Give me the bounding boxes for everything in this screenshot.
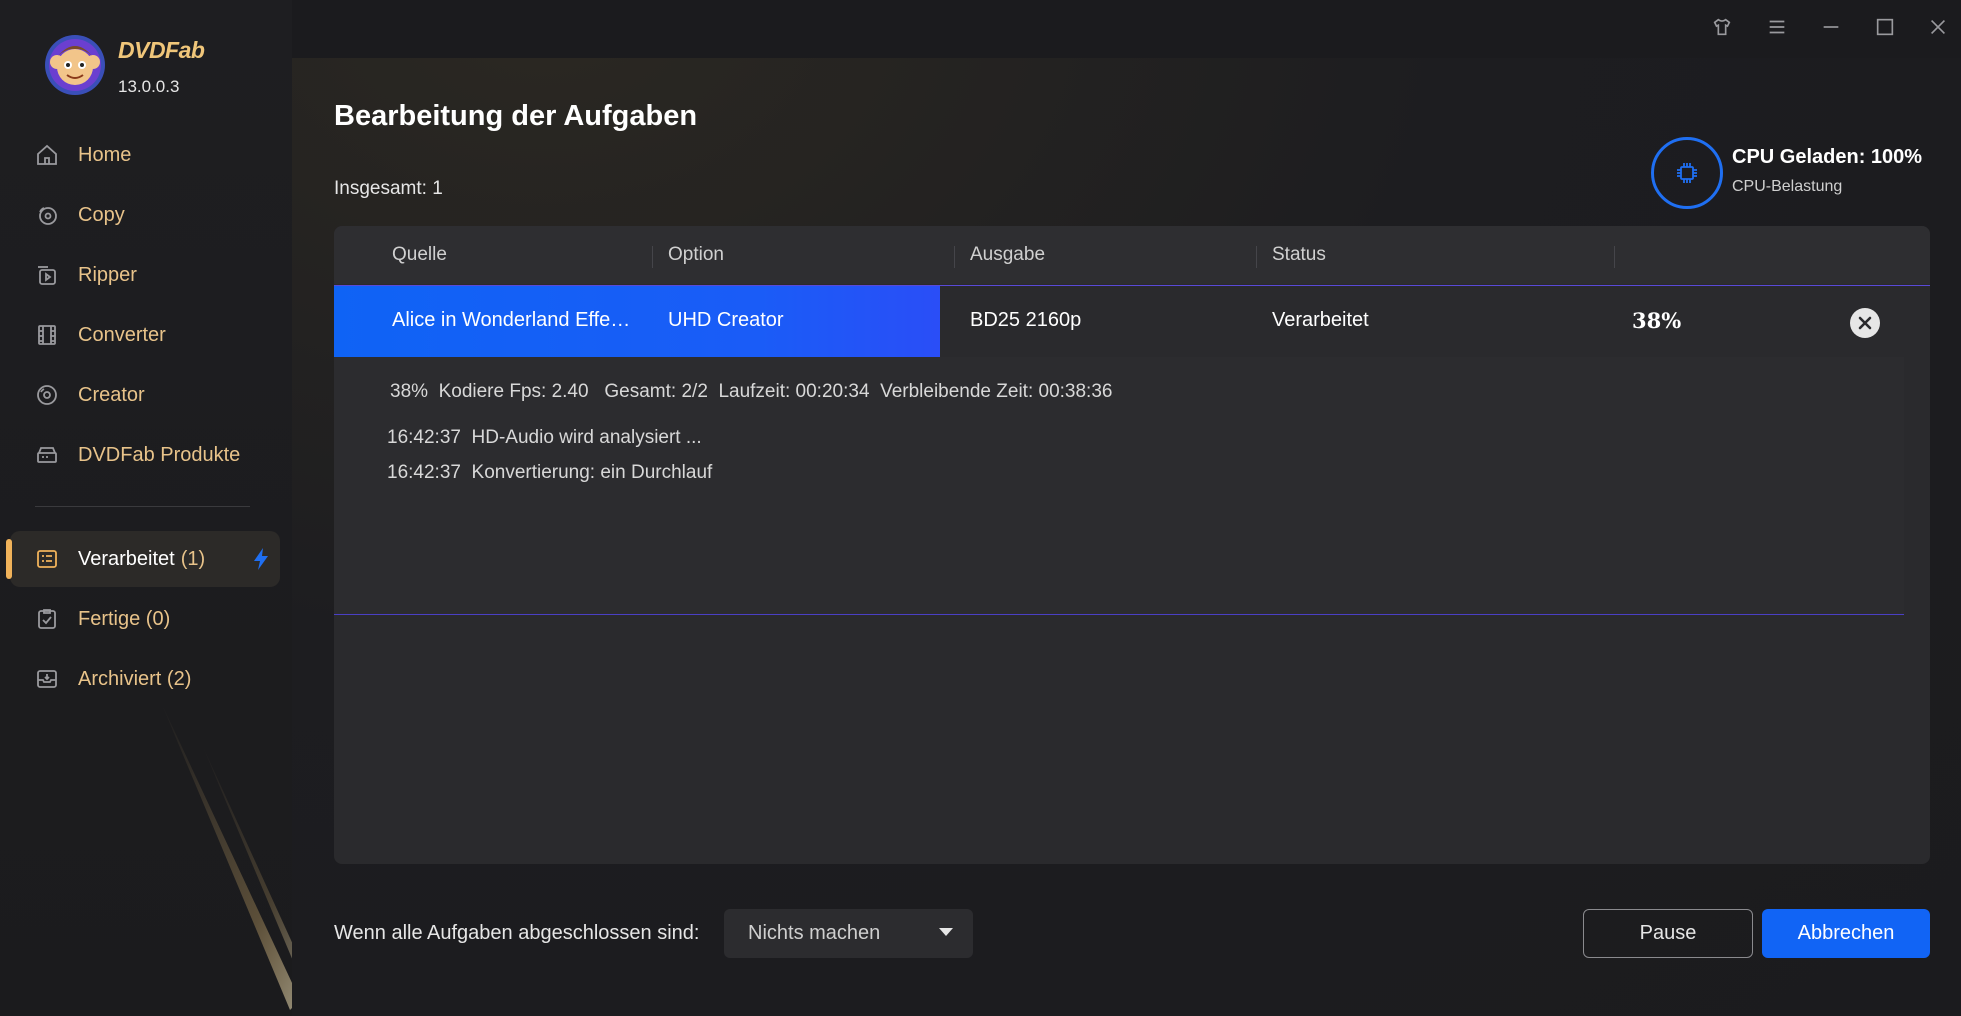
completion-action-label: Wenn alle Aufgaben abgeschlossen sind: bbox=[334, 922, 700, 944]
converter-icon bbox=[34, 322, 60, 348]
log-line: 16:42:37 Konvertierung: ein Durchlauf bbox=[387, 462, 713, 483]
cpu-load-subtitle: CPU-Belastung bbox=[1732, 178, 1843, 195]
sidebar-item-label: Archiviert (2) bbox=[78, 667, 192, 690]
sidebar-item-label: Ripper bbox=[78, 263, 137, 286]
task-stats: 38% Kodiere Fps: 2.40 Gesamt: 2/2 Laufze… bbox=[390, 381, 1113, 402]
remove-task-button[interactable] bbox=[1850, 308, 1880, 338]
finished-icon bbox=[34, 606, 60, 632]
sidebar-item-archived[interactable]: Archiviert (2) bbox=[10, 651, 280, 707]
shirt-icon[interactable] bbox=[1707, 12, 1737, 42]
table-header: Quelle Option Ausgabe Status bbox=[334, 226, 1930, 285]
app-brand: DVDFab bbox=[118, 37, 205, 63]
pause-button[interactable]: Pause bbox=[1583, 909, 1753, 958]
column-separator bbox=[652, 246, 653, 268]
sidebar-item-label: Fertige (0) bbox=[78, 607, 171, 630]
sidebar-divider bbox=[35, 506, 250, 507]
cpu-chip-icon bbox=[1677, 163, 1697, 183]
column-separator bbox=[1256, 246, 1257, 268]
sidebar-item-label: DVDFab Produkte bbox=[78, 443, 241, 466]
minimize-icon[interactable] bbox=[1816, 12, 1846, 42]
sidebar-item-label: Home bbox=[78, 143, 132, 166]
dvdfab-logo bbox=[45, 35, 105, 95]
table-row[interactable]: Alice in Wonderland Effe… UHD Creator BD… bbox=[334, 285, 1930, 358]
chevron-down-icon bbox=[939, 928, 953, 936]
sidebar-item-copy[interactable]: Copy bbox=[10, 187, 280, 243]
bolt-icon bbox=[254, 548, 268, 570]
app-version: 13.0.0.3 bbox=[118, 77, 180, 96]
close-icon bbox=[1858, 316, 1872, 330]
creator-icon bbox=[34, 382, 60, 408]
select-value: Nichts machen bbox=[748, 922, 881, 944]
column-header-status: Status bbox=[1272, 244, 1326, 265]
close-window-icon[interactable] bbox=[1923, 12, 1953, 42]
archive-icon bbox=[34, 666, 60, 692]
sidebar-item-finished[interactable]: Fertige (0) bbox=[10, 591, 280, 647]
sidebar: DVDFab 13.0.0.3 Home Copy Ripper Convert… bbox=[0, 0, 292, 1016]
sidebar-item-ripper[interactable]: Ripper bbox=[10, 247, 280, 303]
home-icon bbox=[34, 142, 60, 168]
processing-count: (1) bbox=[180, 547, 206, 570]
column-header-source: Quelle bbox=[392, 244, 447, 265]
task-total: Insgesamt: 1 bbox=[334, 178, 443, 199]
ripper-icon bbox=[34, 262, 60, 288]
completion-action-select[interactable]: Nichts machen bbox=[724, 909, 973, 958]
column-separator bbox=[954, 246, 955, 268]
maximize-icon[interactable] bbox=[1870, 12, 1900, 42]
processing-list-icon bbox=[34, 546, 60, 572]
row-option: UHD Creator bbox=[668, 309, 784, 331]
row-status: Verarbeitet bbox=[1272, 309, 1369, 331]
cpu-load-title: CPU Geladen: 100% bbox=[1732, 146, 1923, 168]
cancel-button[interactable]: Abbrechen bbox=[1762, 909, 1930, 958]
task-detail-panel: 38% Kodiere Fps: 2.40 Gesamt: 2/2 Laufze… bbox=[334, 357, 1904, 615]
column-header-option: Option bbox=[668, 244, 724, 265]
decorative-light-streak bbox=[160, 700, 292, 1010]
sidebar-item-label: Verarbeitet bbox=[78, 547, 175, 570]
row-output: BD25 2160p bbox=[970, 309, 1082, 331]
sidebar-item-label: Creator bbox=[78, 383, 145, 406]
sidebar-item-creator[interactable]: Creator bbox=[10, 367, 280, 423]
column-separator bbox=[1614, 246, 1615, 268]
sidebar-item-processing[interactable]: Verarbeitet (1) bbox=[6, 531, 280, 587]
menu-icon[interactable] bbox=[1762, 12, 1792, 42]
task-table: Quelle Option Ausgabe Status Alice in Wo… bbox=[334, 226, 1930, 864]
log-line: 16:42:37 HD-Audio wird analysiert ... bbox=[387, 427, 702, 448]
products-icon bbox=[34, 442, 60, 468]
sidebar-item-converter[interactable]: Converter bbox=[10, 307, 280, 363]
column-header-output: Ausgabe bbox=[970, 244, 1046, 265]
cpu-indicator bbox=[1651, 137, 1723, 209]
row-source: Alice in Wonderland Effe… bbox=[392, 309, 631, 331]
sidebar-item-home[interactable]: Home bbox=[10, 127, 280, 183]
row-percent: 38% bbox=[1632, 308, 1682, 333]
sidebar-item-products[interactable]: DVDFab Produkte bbox=[10, 427, 280, 483]
sidebar-item-label: Converter bbox=[78, 323, 166, 346]
copy-icon bbox=[34, 202, 60, 228]
sidebar-item-label: Copy bbox=[78, 203, 125, 226]
page-title: Bearbeitung der Aufgaben bbox=[334, 100, 698, 132]
